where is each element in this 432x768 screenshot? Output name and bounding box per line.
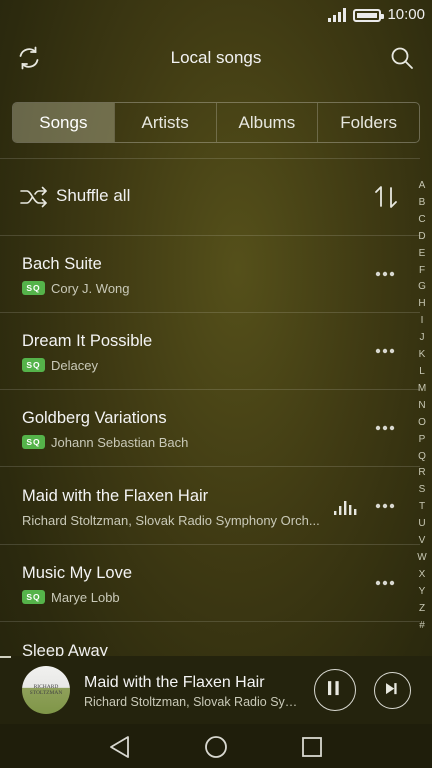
index-letter[interactable]: D [418, 229, 425, 246]
sq-badge: SQ [22, 281, 45, 295]
index-letter[interactable]: I [421, 313, 424, 330]
now-playing-equalizer-icon [334, 501, 357, 515]
tab-artists[interactable]: Artists [113, 103, 216, 142]
divider [0, 158, 420, 159]
sq-badge: SQ [22, 435, 45, 449]
alphabet-index[interactable]: A B C D E F G H I J K L M N O P Q R S T … [413, 178, 431, 634]
home-icon[interactable] [203, 734, 229, 760]
sq-badge: SQ [22, 590, 45, 604]
system-nav-bar [0, 724, 432, 768]
index-letter[interactable]: X [419, 567, 426, 584]
index-letter[interactable]: # [419, 618, 425, 635]
tab-bar: Songs Artists Albums Folders [12, 102, 420, 143]
album-cover[interactable]: RICHARD STOLTZMAN [22, 666, 70, 714]
status-bar: 10:00 [0, 0, 432, 30]
more-options-icon[interactable] [375, 348, 395, 354]
sort-icon[interactable] [373, 184, 399, 210]
song-artist: Richard Stoltzman, Slovak Radio Symphony… [22, 512, 320, 528]
index-letter[interactable]: N [418, 398, 425, 415]
shuffle-all-row[interactable]: Shuffle all [0, 160, 410, 234]
song-artist: Marye Lobb [51, 589, 120, 605]
tab-albums[interactable]: Albums [215, 103, 318, 142]
sq-badge: SQ [22, 358, 45, 372]
pause-icon [328, 681, 339, 696]
next-track-button[interactable] [374, 672, 411, 709]
index-letter[interactable]: A [419, 178, 426, 195]
back-icon[interactable] [107, 734, 133, 760]
index-letter[interactable]: Q [418, 449, 426, 466]
more-options-icon[interactable] [375, 271, 395, 277]
skip-next-icon [386, 683, 397, 695]
song-subtitle: SQ Delacey [22, 357, 98, 373]
song-subtitle: Richard Stoltzman, Slovak Radio Symphony… [22, 512, 322, 528]
song-row[interactable]: Music My Love SQ Marye Lobb [0, 545, 410, 622]
more-options-icon[interactable] [375, 503, 395, 509]
song-title: Goldberg Variations [22, 409, 167, 427]
index-letter[interactable]: C [418, 212, 425, 229]
mini-player[interactable]: RICHARD STOLTZMAN Maid with the Flaxen H… [0, 656, 432, 724]
page-title: Local songs [170, 48, 262, 67]
index-letter[interactable]: W [417, 550, 426, 567]
tab-songs[interactable]: Songs [13, 103, 114, 142]
song-row[interactable]: Goldberg Variations SQ Johann Sebastian … [0, 390, 410, 467]
index-letter[interactable]: B [419, 195, 426, 212]
shuffle-icon [20, 186, 47, 208]
song-title: Music My Love [22, 564, 133, 582]
song-row-playing[interactable]: Maid with the Flaxen Hair Richard Stoltz… [0, 468, 410, 545]
index-letter[interactable]: K [419, 347, 426, 364]
more-options-icon[interactable] [375, 425, 395, 431]
divider [0, 621, 420, 622]
index-letter[interactable]: M [418, 381, 426, 398]
now-playing-title: Maid with the Flaxen Hair [84, 674, 265, 691]
index-letter[interactable]: Z [419, 601, 425, 618]
signal-icon [328, 8, 346, 22]
index-letter[interactable]: O [418, 415, 426, 432]
song-title: Dream It Possible [22, 332, 153, 350]
song-subtitle: SQ Marye Lobb [22, 589, 120, 605]
index-letter[interactable]: J [420, 330, 425, 347]
index-letter[interactable]: S [419, 482, 426, 499]
song-row[interactable]: Dream It Possible SQ Delacey [0, 313, 410, 390]
index-letter[interactable]: T [419, 499, 425, 516]
index-letter[interactable]: H [418, 296, 425, 313]
shuffle-all-label: Shuffle all [56, 186, 131, 205]
song-row[interactable]: Bach Suite SQ Cory J. Wong [0, 236, 410, 313]
tab-folders[interactable]: Folders [317, 103, 419, 142]
top-bar: Local songs [0, 38, 432, 80]
song-subtitle: SQ Cory J. Wong [22, 280, 130, 296]
index-letter[interactable]: U [418, 516, 425, 533]
index-letter[interactable]: G [418, 279, 426, 296]
index-letter[interactable]: V [419, 533, 426, 550]
search-icon[interactable] [389, 45, 415, 71]
index-letter[interactable]: Y [419, 584, 426, 601]
more-options-icon[interactable] [375, 580, 395, 586]
index-letter[interactable]: R [418, 465, 425, 482]
song-subtitle: SQ Johann Sebastian Bach [22, 434, 188, 450]
index-letter[interactable]: P [419, 432, 426, 449]
recents-icon[interactable] [299, 734, 325, 760]
song-artist: Johann Sebastian Bach [51, 434, 189, 450]
song-artist: Delacey [51, 357, 98, 373]
battery-icon [353, 9, 384, 22]
pause-button[interactable] [314, 669, 356, 711]
index-letter[interactable]: E [419, 246, 426, 263]
index-letter[interactable]: L [419, 364, 425, 381]
index-letter[interactable]: F [419, 263, 425, 280]
song-title: Bach Suite [22, 255, 102, 273]
status-time: 10:00 [387, 6, 425, 23]
album-cover-text: RICHARD STOLTZMAN [29, 684, 63, 696]
playback-progress [0, 656, 11, 658]
song-artist: Cory J. Wong [51, 280, 130, 296]
divider [0, 466, 420, 467]
now-playing-artist: Richard Stoltzman, Slovak Radio Symph... [84, 695, 306, 709]
song-title: Maid with the Flaxen Hair [22, 487, 209, 505]
